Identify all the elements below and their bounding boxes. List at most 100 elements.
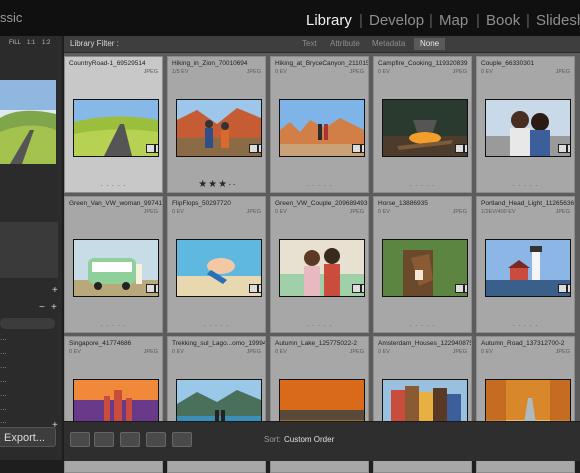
photo-filename: Portland_Head_Light_112656364 [481,200,575,207]
module-develop[interactable]: Develop [369,12,424,29]
navigator-preview-image[interactable] [0,80,56,164]
edited-badge-icon[interactable] [352,284,361,293]
people-view-icon[interactable] [172,432,192,447]
collection-badge-icon[interactable] [361,144,364,153]
collection-badge-icon[interactable] [258,144,261,153]
photo-filetype: JPEG [349,209,364,215]
photo-thumbnail[interactable] [73,99,159,157]
module-library[interactable]: Library [306,12,352,29]
bottom-toolbar: Sort: Custom Order [64,421,580,461]
collection-badge-icon[interactable] [567,144,570,153]
edited-badge-icon[interactable] [249,284,258,293]
rating-dots[interactable]: ····· [374,321,471,330]
sort-label: Sort: [264,435,281,444]
collection-badge-icon[interactable] [155,144,158,153]
photo-filename: Hiking_at_BryceCanyon_211015870 [275,60,368,67]
photo-filename: Trekking_sul_Lago...omo_19994854 [172,340,265,347]
collection-badge-icon[interactable] [361,284,364,293]
edited-badge-icon[interactable] [455,284,464,293]
thumbnail-cell[interactable]: Campfire_Cooking_119320839 0 EV JPEG ····· [373,56,472,193]
photo-thumbnail[interactable] [279,239,365,297]
thumbnail-cell[interactable]: Green_VW_Couple_209689493 0 EV JPEG ····· [270,196,369,333]
rating-dots[interactable]: ····· [65,321,162,330]
module-book[interactable]: Book [486,12,520,29]
filter-tab-text[interactable]: Text [302,39,317,48]
photo-thumbnail[interactable] [73,239,159,297]
sort-dropdown[interactable]: Custom Order [284,435,334,444]
thumbnail-cell[interactable]: Portland_Head_Light_112656364 1/2EV/400 E… [476,196,575,333]
photo-thumbnail[interactable] [176,239,262,297]
rating-dots[interactable]: ····· [168,321,265,330]
collection-item[interactable]: ... [0,389,7,398]
navigator-zoom-2[interactable]: 1:2 [42,40,50,46]
collection-badge-icon[interactable] [258,284,261,293]
edited-badge-icon[interactable] [558,144,567,153]
edited-badge-icon[interactable] [249,144,258,153]
edited-badge-icon[interactable] [146,144,155,153]
photo-thumbnail[interactable] [485,239,571,297]
photo-thumbnail[interactable] [176,99,262,157]
collapse-icon[interactable]: − [39,302,45,313]
photo-thumbnail[interactable] [382,99,468,157]
collection-item[interactable]: ... [0,416,7,425]
photo-filename: Singapore_41774686 [69,340,132,347]
loupe-view-icon[interactable] [94,432,114,447]
collection-item[interactable]: ... [0,361,7,370]
thumbnail-cell[interactable]: Hiking_in_Zion_70010694 1/5 EV JPEG ★★★·· [167,56,266,193]
add-icon[interactable]: + [51,302,57,313]
collection-badge-icon[interactable] [464,144,467,153]
photo-exposure: 0 EV [481,349,493,355]
photo-thumbnail[interactable] [382,239,468,297]
edited-badge-icon[interactable] [352,144,361,153]
collection-item[interactable]: ... [0,347,7,356]
compare-view-icon[interactable] [120,432,140,447]
collection-badge-icon[interactable] [464,284,467,293]
collections-search-field[interactable] [0,318,55,329]
rating-dots[interactable]: ····· [271,321,368,330]
photo-filename: Autumn_Lake_125775022-2 [275,340,358,347]
filter-tab-none[interactable]: None [414,38,446,50]
grid-view-icon[interactable] [70,432,90,447]
catalog-counts [0,222,58,278]
collection-badge-icon[interactable] [567,284,570,293]
photo-thumbnail[interactable] [279,99,365,157]
thumbnail-cell[interactable]: Horse_13886935 0 EV JPEG ····· [373,196,472,333]
thumbnail-cell[interactable]: CountryRoad-1_69529514 JPEG ····· [64,56,163,193]
photo-filename: Hiking_in_Zion_70010694 [172,60,248,67]
thumbnail-cell[interactable]: Hiking_at_BryceCanyon_211015870 0 EV JPEG ·… [270,56,369,193]
edited-badge-icon[interactable] [455,144,464,153]
thumbnail-cell[interactable]: Couple_66330301 0 EV JPEG ····· [476,56,575,193]
rating-dots[interactable]: ····· [271,181,368,190]
collection-item[interactable]: ... [0,375,7,384]
photo-filename: Couple_66330301 [481,60,535,67]
photo-filename: Autumn_Road_137312700-2 [481,340,565,347]
collection-badge-icon[interactable] [155,284,158,293]
photo-exposure: 0 EV [378,69,390,75]
collection-item[interactable]: ... [0,403,7,412]
rating-dots[interactable]: ····· [477,181,574,190]
photo-thumbnail[interactable] [485,99,571,157]
edited-badge-icon[interactable] [558,284,567,293]
filter-tab-metadata[interactable]: Metadata [372,39,405,48]
thumbnail-cell[interactable]: FlipFlops_50297720 0 EV JPEG ····· [167,196,266,333]
module-slideshow[interactable]: Slideshow [536,12,580,29]
navigator-zoom-1[interactable]: 1:1 [27,40,35,46]
thumbnail-cell[interactable]: Green_Van_VW_woman_99741797 JPEG ····· [64,196,163,333]
photo-filetype: JPEG [555,349,570,355]
navigator-zoom-0[interactable]: FILL [9,40,21,46]
edited-badge-icon[interactable] [146,284,155,293]
photo-exposure: 1/2EV/400 EV [481,209,516,215]
photo-exposure: 0 EV [69,349,81,355]
rating-dots[interactable]: ····· [65,181,162,190]
module-map[interactable]: Map [439,12,468,29]
photo-filetype: JPEG [349,69,364,75]
rating-dots[interactable]: ····· [477,321,574,330]
add-icon[interactable]: + [52,285,58,296]
survey-view-icon[interactable] [146,432,166,447]
filter-tab-attribute[interactable]: Attribute [330,39,360,48]
rating-dots[interactable]: ····· [374,181,471,190]
export-button[interactable]: Export... [0,427,56,447]
star-rating[interactable]: ★★★·· [168,179,265,190]
photo-filetype: JPEG [452,349,467,355]
collection-item[interactable]: ... [0,333,7,342]
